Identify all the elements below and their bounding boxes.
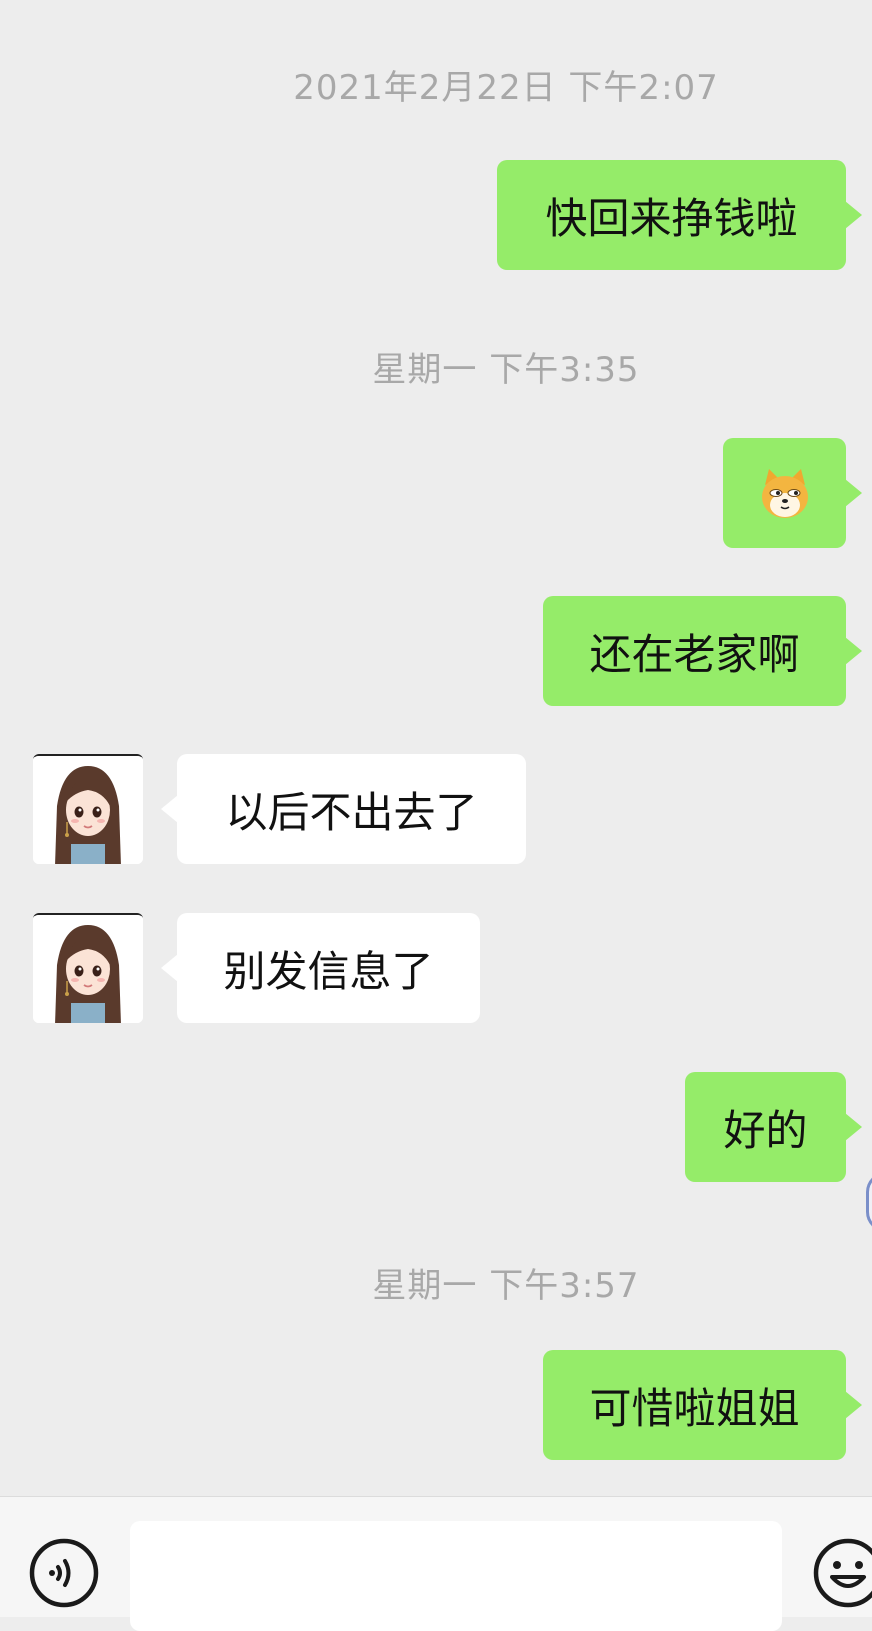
- voice-icon[interactable]: [28, 1537, 100, 1609]
- received-message-bubble[interactable]: 以后不出去了: [161, 754, 526, 864]
- contact-avatar[interactable]: [33, 913, 143, 1023]
- timestamp: 星期一 下午3:57: [372, 1266, 640, 1306]
- contact-avatar[interactable]: [33, 754, 143, 864]
- floating-window-indicator[interactable]: [866, 1172, 872, 1232]
- sent-message-bubble[interactable]: 还在老家啊: [543, 596, 862, 706]
- girl-avatar-icon: [33, 915, 143, 1023]
- sent-message-bubble[interactable]: 好的: [685, 1072, 862, 1182]
- sent-message-bubble[interactable]: 快回来挣钱啦: [497, 160, 862, 270]
- timestamp: 2021年2月22日 下午2:07: [293, 68, 719, 108]
- chat-input-bar: [0, 1496, 872, 1631]
- emoji-icon[interactable]: [812, 1537, 872, 1609]
- sent-message-bubble[interactable]: 可惜啦姐姐: [543, 1350, 862, 1460]
- message-input[interactable]: [130, 1521, 782, 1631]
- sent-sticker-bubble[interactable]: [723, 438, 862, 548]
- timestamp: 星期一 下午3:35: [372, 350, 640, 390]
- girl-avatar-icon: [33, 756, 143, 864]
- doge-sticker-icon: [761, 469, 808, 518]
- received-message-bubble[interactable]: 别发信息了: [161, 913, 480, 1023]
